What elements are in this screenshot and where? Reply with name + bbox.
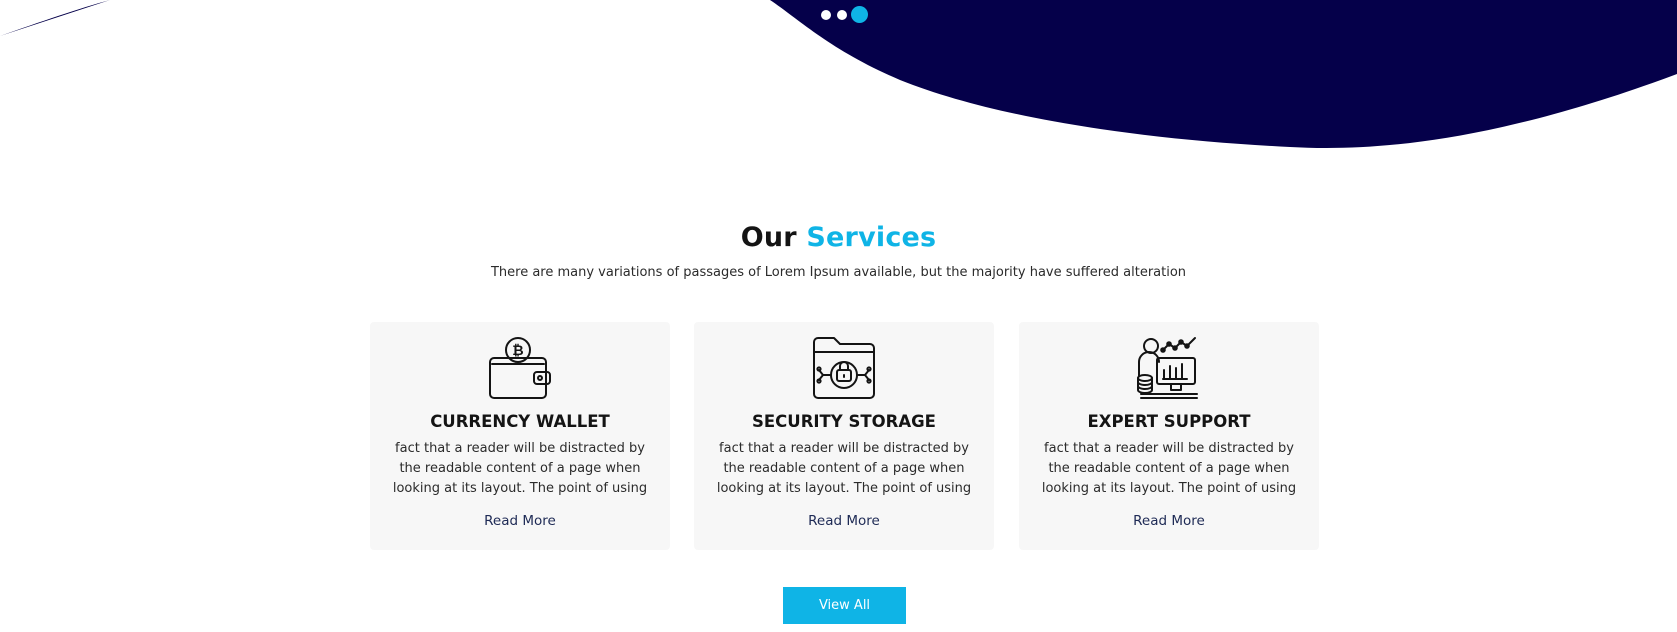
read-more-link[interactable]: Read More <box>1019 513 1319 529</box>
expert-support-icon <box>1137 337 1198 399</box>
service-card-title: SECURITY STORAGE <box>752 412 936 431</box>
svg-text:₿: ₿ <box>512 343 523 359</box>
service-card: ₿ CURRENCY WALLET fact that a reader wil… <box>370 322 670 550</box>
view-all-button[interactable]: View All <box>783 587 906 624</box>
slider-dot[interactable] <box>837 10 847 20</box>
service-card: SECURITY STORAGE fact that a reader will… <box>694 322 994 550</box>
slider-dot[interactable] <box>821 10 831 20</box>
services-subtitle: There are many variations of passages of… <box>490 265 1187 280</box>
services-title-lead: Our <box>740 222 797 253</box>
service-card-text: fact that a reader will be distracted by… <box>716 441 972 496</box>
service-card-title: CURRENCY WALLET <box>430 412 610 431</box>
service-card-text: fact that a reader will be distracted by… <box>392 441 648 496</box>
slider-pagination <box>0 3 1677 23</box>
services-title: Our Services <box>0 222 1677 253</box>
secure-folder-icon <box>813 337 875 399</box>
bitcoin-wallet-icon: ₿ <box>489 337 551 399</box>
services-title-accent: Services <box>806 222 937 253</box>
hero-wave-background <box>0 0 1677 149</box>
service-card: EXPERT SUPPORT fact that a reader will b… <box>1019 322 1319 550</box>
service-card-title: EXPERT SUPPORT <box>1087 412 1251 431</box>
service-card-text: fact that a reader will be distracted by… <box>1041 441 1297 496</box>
read-more-link[interactable]: Read More <box>370 513 670 529</box>
slider-dot-active[interactable] <box>851 6 868 23</box>
read-more-link[interactable]: Read More <box>694 513 994 529</box>
